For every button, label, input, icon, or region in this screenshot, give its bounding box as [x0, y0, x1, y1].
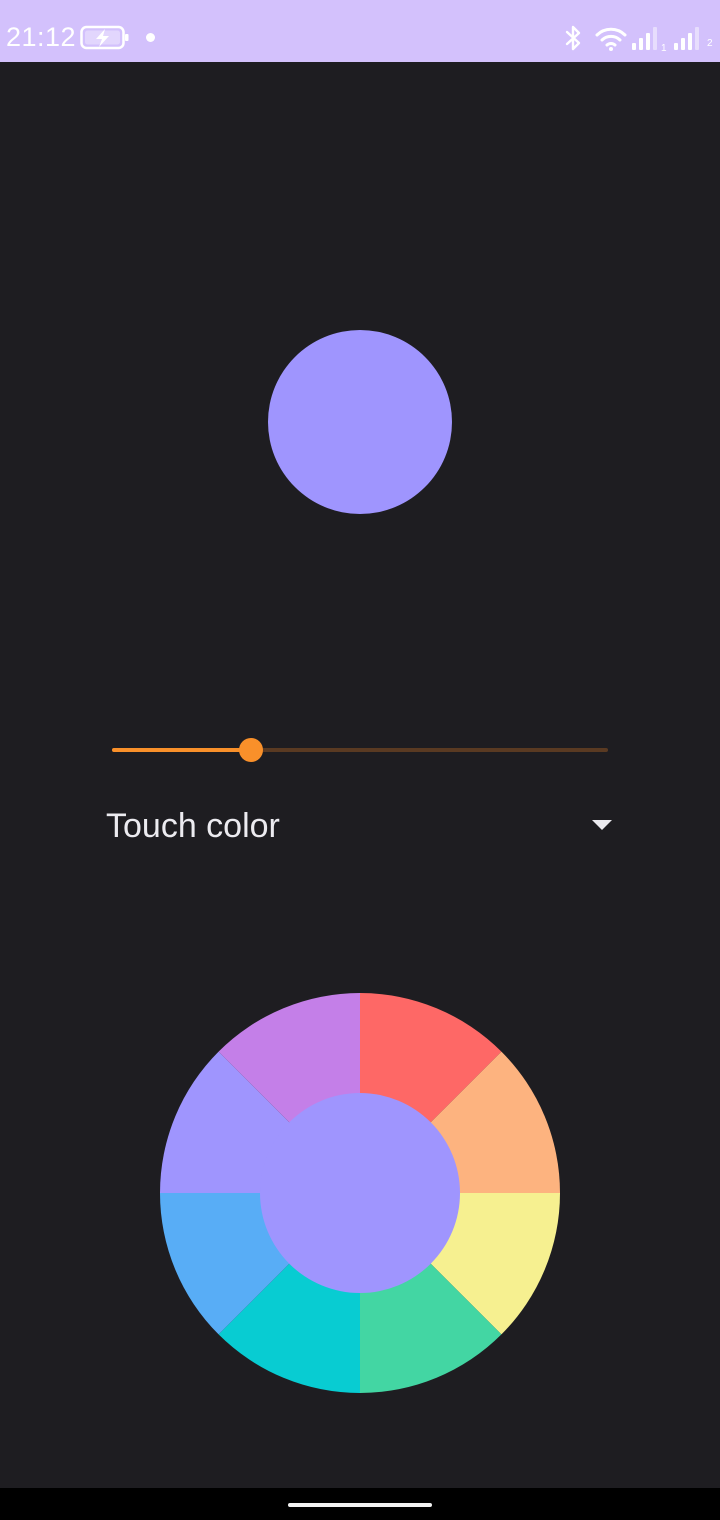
color-mode-dropdown[interactable]: Touch color	[106, 796, 616, 856]
slider-thumb[interactable]	[239, 738, 263, 762]
signal-sim1-icon: 1	[630, 24, 670, 54]
screen: 21:12 1 2 Touch color	[0, 0, 720, 1520]
bluetooth-icon	[560, 24, 586, 52]
sim1-label: 1	[661, 43, 667, 52]
slider-active-track	[112, 748, 251, 752]
color-wheel-center[interactable]	[260, 1093, 460, 1293]
signal-sim2-icon: 2	[670, 24, 718, 52]
status-bar: 21:12 1 2	[0, 0, 720, 62]
color-wheel[interactable]	[160, 993, 560, 1393]
dropdown-selected-value: Touch color	[106, 807, 280, 845]
color-preview	[268, 330, 452, 514]
size-slider[interactable]	[112, 730, 608, 770]
dropdown-arrow-icon	[592, 820, 612, 830]
navigation-bar	[0, 1488, 720, 1520]
home-indicator[interactable]	[288, 1503, 432, 1507]
sim2-label: 2	[707, 38, 713, 49]
notification-dot-icon	[146, 33, 155, 42]
status-time: 21:12	[6, 22, 77, 52]
battery-charging-icon	[80, 24, 130, 52]
wifi-icon	[594, 26, 628, 52]
